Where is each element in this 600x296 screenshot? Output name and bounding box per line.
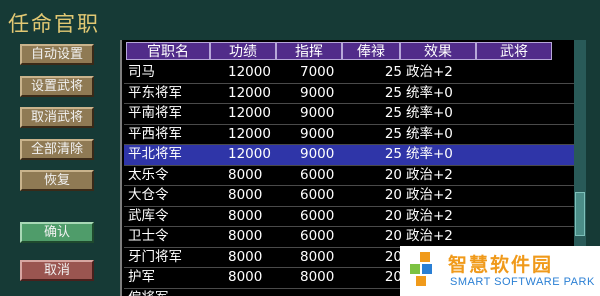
cell-office-name: 牙门将军 (128, 248, 182, 265)
cell-command: 9000 (300, 105, 335, 121)
cell-office-name: 偏将军 (128, 289, 169, 296)
cell-merit: 8000 (228, 207, 263, 224)
confirm-button[interactable]: 确认 (20, 222, 94, 243)
restore-button[interactable]: 恢复 (20, 170, 94, 191)
cell-merit: 8000 (228, 248, 263, 265)
cell-office-name: 大仓令 (128, 187, 169, 203)
cell-effect: 政治+2 (406, 207, 453, 224)
table-header: 官职名 功绩 指挥 俸禄 效果 武将 (124, 42, 574, 60)
cell-office-name: 司马 (128, 64, 155, 80)
table-row[interactable]: 太乐令 8000 6000 20 政治+2 (124, 166, 574, 186)
cell-salary: 20 (384, 269, 402, 285)
table-row[interactable]: 大仓令 8000 6000 20 政治+2 (124, 186, 574, 207)
cell-office-name: 平北将军 (128, 146, 182, 162)
header-merit[interactable]: 功绩 (210, 42, 276, 60)
cell-effect: 统率+0 (406, 84, 453, 101)
set-general-button[interactable]: 设置武将 (20, 76, 94, 97)
cancel-general-button[interactable]: 取消武将 (20, 107, 94, 128)
cell-effect: 政治+2 (406, 64, 453, 80)
cell-office-name: 平西将军 (128, 125, 182, 142)
cell-salary: 20 (384, 228, 402, 244)
cell-merit: 12000 (228, 64, 271, 80)
header-general[interactable]: 武将 (476, 42, 552, 60)
cell-command: 8000 (300, 269, 335, 285)
cell-salary: 20 (384, 207, 402, 224)
cell-salary: 25 (384, 84, 402, 101)
table-row[interactable]: 平南将军 12000 9000 25 统率+0 (124, 104, 574, 125)
header-office-name[interactable]: 官职名 (126, 42, 210, 60)
cell-office-name: 卫士令 (128, 228, 169, 244)
cell-effect: 政治+2 (406, 166, 453, 183)
auto-set-button[interactable]: 自动设置 (20, 44, 94, 65)
cell-command: 9000 (300, 125, 335, 142)
cell-merit: 12000 (228, 125, 271, 142)
watermark-logo: 智慧软件园 SMART SOFTWARE PARK (400, 246, 600, 296)
header-command[interactable]: 指挥 (276, 42, 342, 60)
cell-salary: 25 (384, 105, 402, 121)
cell-merit: 12000 (228, 146, 271, 162)
table-row[interactable]: 平东将军 12000 9000 25 统率+0 (124, 84, 574, 104)
cell-command: 6000 (300, 166, 335, 183)
clear-all-button[interactable]: 全部清除 (20, 139, 94, 160)
cell-effect: 统率+0 (406, 125, 453, 142)
header-effect[interactable]: 效果 (400, 42, 476, 60)
cell-merit: 8000 (228, 269, 263, 285)
table-row[interactable]: 武库令 8000 6000 20 政治+2 (124, 207, 574, 227)
cell-office-name: 太乐令 (128, 166, 169, 183)
cell-salary: 25 (384, 125, 402, 142)
cell-salary: 20 (384, 187, 402, 203)
header-salary[interactable]: 俸禄 (342, 42, 400, 60)
cell-effect: 政治+2 (406, 187, 453, 203)
cell-merit: 12000 (228, 105, 271, 121)
watermark-logo-icon (410, 252, 432, 286)
cell-command: 9000 (300, 146, 335, 162)
cell-effect: 统率+0 (406, 146, 453, 162)
cell-merit: 12000 (228, 84, 271, 101)
table-row[interactable]: 司马 12000 7000 25 政治+2 (124, 63, 574, 84)
cell-salary: 25 (384, 146, 402, 162)
watermark-name-en: SMART SOFTWARE PARK (450, 276, 595, 288)
cell-command: 6000 (300, 228, 335, 244)
cancel-button[interactable]: 取消 (20, 260, 94, 281)
cell-salary: 20 (384, 166, 402, 183)
cell-command: 9000 (300, 84, 335, 101)
cell-command: 7000 (300, 64, 335, 80)
cell-merit: 8000 (228, 166, 263, 183)
cell-effect: 政治+2 (406, 228, 453, 244)
cell-merit: 8000 (228, 228, 263, 244)
scrollbar-thumb[interactable] (575, 192, 585, 236)
table-row[interactable]: 平北将军 12000 9000 25 统率+0 (124, 145, 574, 166)
cell-merit: 8000 (228, 187, 263, 203)
cell-salary: 20 (384, 248, 402, 265)
window-title: 任命官职 (8, 12, 100, 36)
cell-effect: 统率+0 (406, 105, 453, 121)
cell-command: 6000 (300, 187, 335, 203)
cell-command: 6000 (300, 207, 335, 224)
watermark-name-cn: 智慧软件园 (448, 254, 554, 276)
cell-salary: 25 (384, 64, 402, 80)
cell-office-name: 护军 (128, 269, 155, 285)
cell-office-name: 武库令 (128, 207, 169, 224)
cell-office-name: 平南将军 (128, 105, 182, 121)
table-row[interactable]: 平西将军 12000 9000 25 统率+0 (124, 125, 574, 145)
table-row[interactable]: 卫士令 8000 6000 20 政治+2 (124, 227, 574, 248)
cell-office-name: 平东将军 (128, 84, 182, 101)
cell-command: 8000 (300, 248, 335, 265)
